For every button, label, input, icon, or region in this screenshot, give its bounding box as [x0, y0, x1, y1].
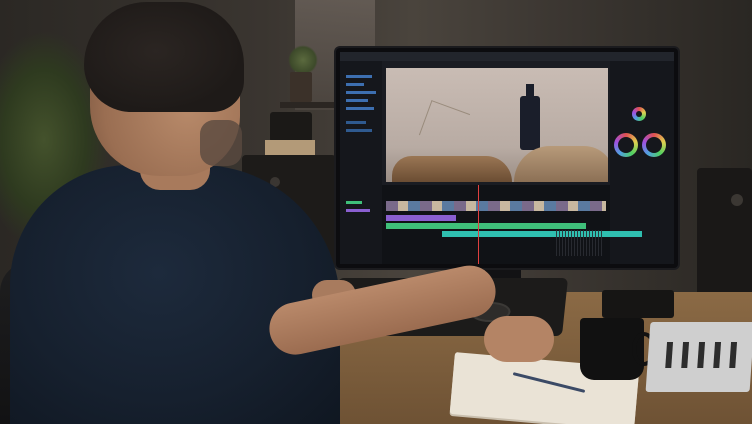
computer-monitor [336, 48, 678, 268]
playhead-marker [478, 185, 479, 264]
mixer-fader [729, 342, 738, 368]
person-hair [84, 2, 244, 112]
video-clip-strip [386, 201, 606, 211]
dried-flower-twig [418, 100, 471, 149]
color-wheel-icon [614, 133, 638, 157]
small-speaker [270, 112, 312, 142]
media-pool-panel [340, 61, 382, 264]
person-torso [10, 165, 340, 424]
editor-menubar [340, 52, 674, 61]
editing-timeline [382, 185, 642, 264]
mixer-fader [665, 342, 674, 368]
photo-scene [0, 0, 752, 424]
green-track [386, 223, 586, 229]
mixer-fader [681, 342, 690, 368]
shelf-plant-pot [290, 72, 312, 102]
color-wheel-icon [632, 107, 646, 121]
mixer-fader [697, 342, 706, 368]
video-editor-screen [340, 52, 674, 264]
right-hand-on-mouse [484, 316, 554, 362]
video-preview-viewer [386, 68, 608, 182]
mug-icon [580, 318, 656, 380]
dropper-bottle [520, 96, 540, 150]
sand-rock [392, 156, 512, 182]
person-beard [200, 120, 242, 166]
wooden-block [265, 140, 315, 156]
mixer-fader [713, 342, 722, 368]
sand-dune [514, 146, 608, 182]
teal-track [442, 231, 642, 237]
desk-device [602, 290, 674, 318]
color-wheel-icon [642, 133, 666, 157]
waveform-scope [556, 230, 604, 256]
audio-mixer [645, 322, 752, 392]
purple-track [386, 215, 456, 221]
shelf-plant-leaves [288, 45, 318, 75]
